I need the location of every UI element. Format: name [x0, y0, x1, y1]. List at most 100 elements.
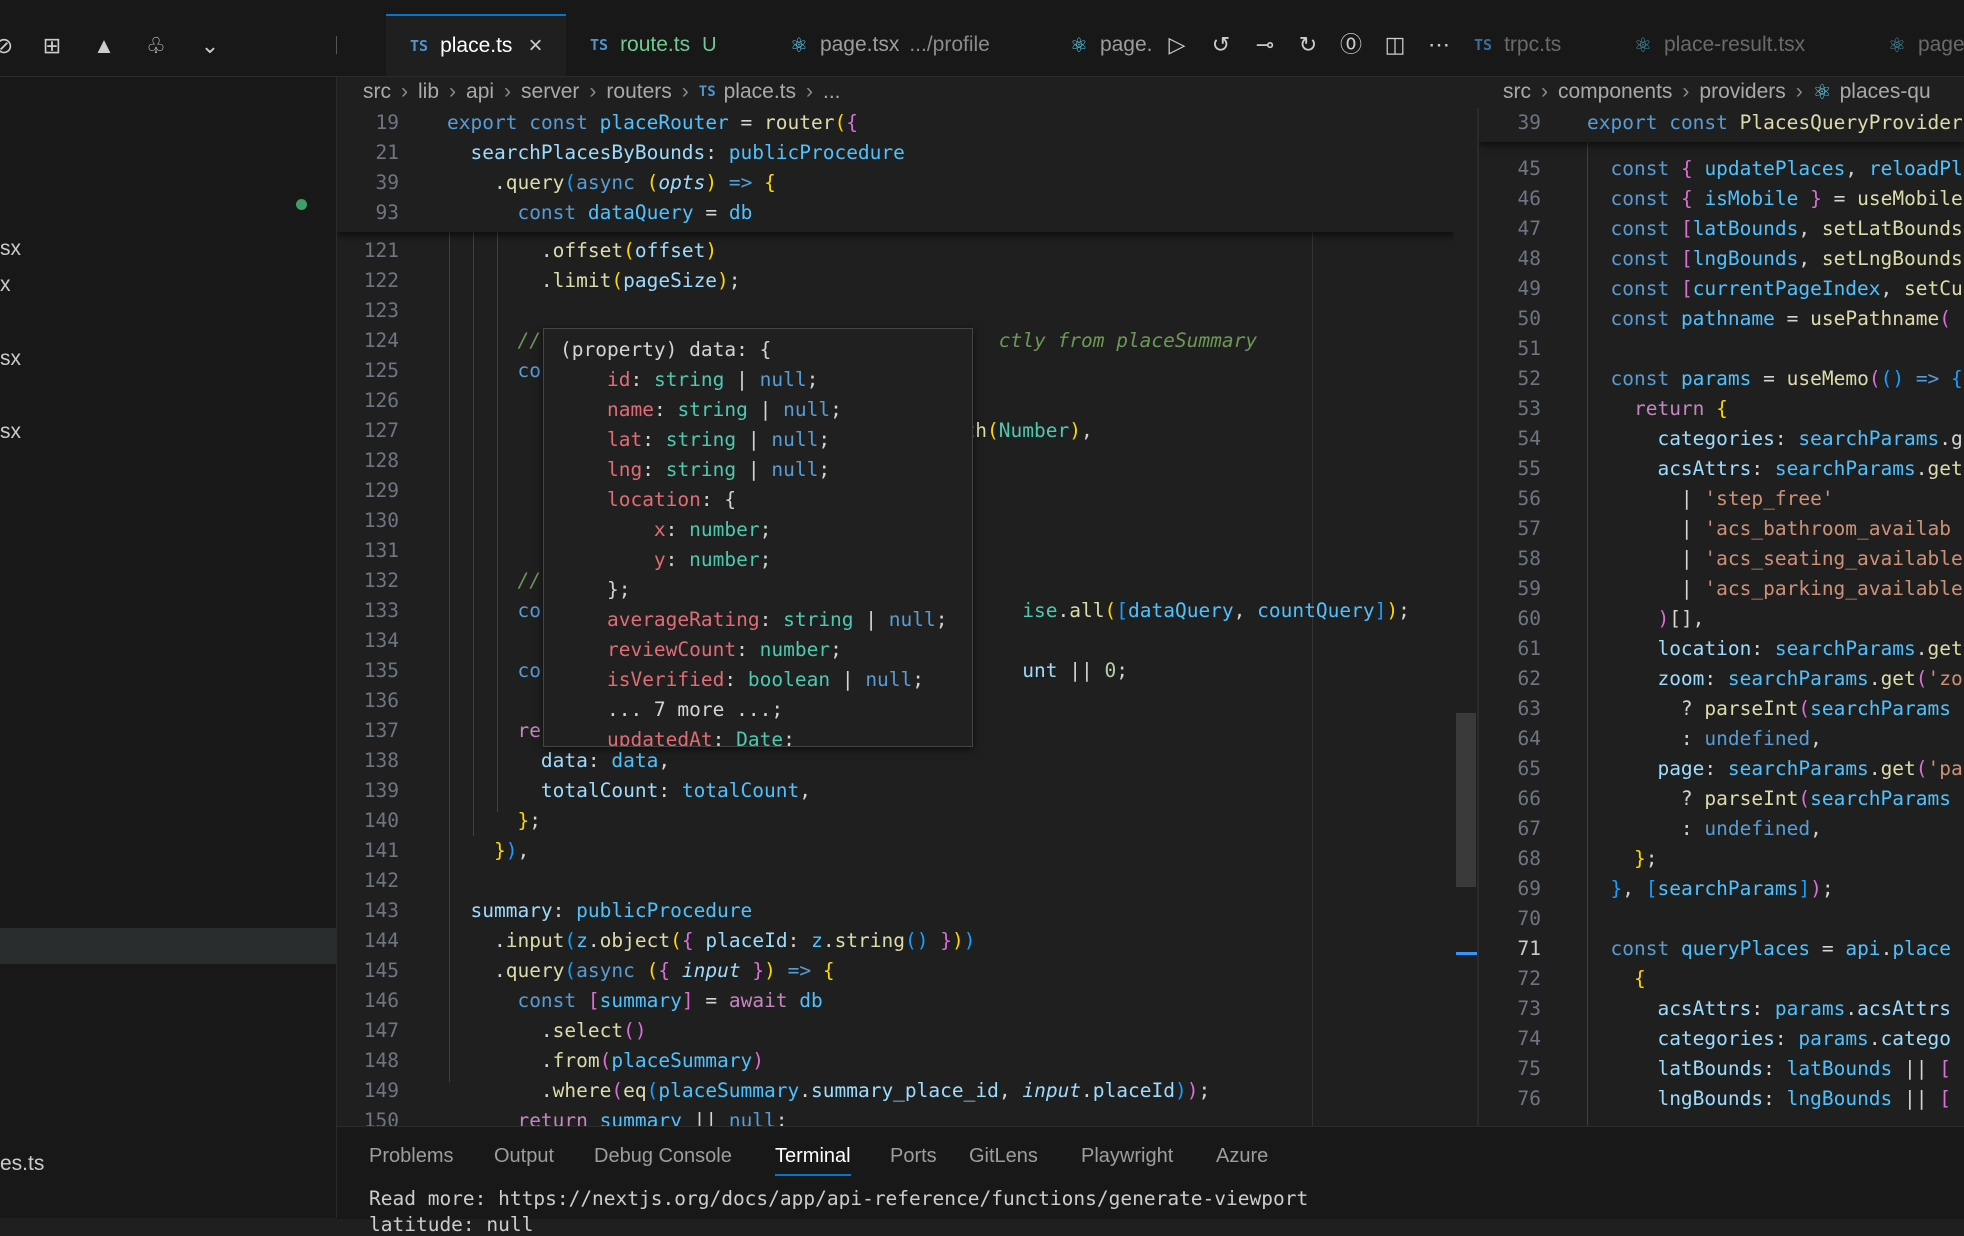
line-number: 131: [363, 539, 399, 562]
breadcrumb-item[interactable]: routers: [606, 80, 671, 104]
line-number: 57: [1517, 517, 1541, 540]
right-editor[interactable]: 39 export const PlacesQueryProvider 45 46…: [1479, 108, 1964, 1126]
git-compare-forward-icon[interactable]: ↻: [1293, 30, 1323, 60]
line-number: 93: [375, 201, 399, 224]
line-number: 21: [375, 141, 399, 164]
line-number: 149: [363, 1079, 399, 1102]
panel-tab-playwright[interactable]: Playwright: [1081, 1145, 1173, 1168]
breadcrumb-item[interactable]: components: [1558, 80, 1672, 104]
chevron-right-icon: ›: [681, 80, 689, 103]
line-number: 135: [363, 659, 399, 682]
tab-label: page.tsx: [819, 33, 900, 56]
panel-tab-debug-console[interactable]: Debug Console: [594, 1145, 732, 1168]
sidebar-item[interactable]: sx: [0, 420, 21, 444]
git-commit-icon[interactable]: ⊸: [1250, 30, 1280, 60]
line-number: 126: [363, 389, 399, 412]
tab-trpc-ts[interactable]: TS trpc.ts: [1456, 14, 1606, 76]
line-number: 136: [363, 689, 399, 712]
more-actions-icon[interactable]: ⋯: [1424, 30, 1454, 60]
close-icon[interactable]: ×: [528, 32, 542, 60]
run-icon[interactable]: ▷: [1162, 30, 1192, 60]
panel-tab-gitlens[interactable]: GitLens: [969, 1145, 1038, 1168]
sidebar-item[interactable]: sx: [0, 237, 21, 261]
bottom-panel: Problems Output Debug Console Terminal P…: [337, 1126, 1964, 1236]
line-number: 45: [1517, 157, 1541, 180]
line-number: 61: [1517, 637, 1541, 660]
line-number: 69: [1517, 877, 1541, 900]
breadcrumb: src › lib › api › server › routers › TS place.…: [363, 77, 841, 107]
sidebar-item[interactable]: x: [0, 273, 11, 297]
git-compare-back-icon[interactable]: ↺: [1206, 30, 1236, 60]
chevron-right-icon: ›: [589, 80, 597, 103]
code-lines: export const PlacesQueryProvider: [1587, 111, 1963, 134]
tab-page-tsx[interactable]: ⚛ page.: [1046, 14, 1166, 76]
panel-tab-problems[interactable]: Problems: [369, 1145, 453, 1168]
modified-dot: [296, 199, 307, 210]
sticky-scroll-header: 19 21 39 93 export const placeRouter = r…: [337, 108, 1454, 232]
line-number: 142: [363, 869, 399, 892]
breadcrumb-item[interactable]: server: [521, 80, 579, 104]
breadcrumb-item[interactable]: lib: [418, 80, 439, 104]
sidebar-selected-row[interactable]: [0, 928, 336, 964]
tab-description: .../profile: [909, 33, 990, 56]
line-number: 46: [1517, 187, 1541, 210]
hover-type-code: (property) data: { id: string | null; na…: [560, 338, 948, 747]
remote-explorer-icon[interactable]: ⊞: [38, 32, 66, 60]
line-number: 51: [1517, 337, 1541, 360]
breadcrumb-item[interactable]: src: [363, 80, 391, 104]
scrollbar-cursor-marker: [1456, 952, 1478, 955]
extensions-icon[interactable]: ⊘: [0, 32, 18, 60]
panel-tab-terminal[interactable]: Terminal: [775, 1145, 851, 1176]
line-number: 55: [1517, 457, 1541, 480]
breadcrumb-item[interactable]: api: [466, 80, 494, 104]
scrollbar-thumb[interactable]: [1456, 713, 1476, 887]
chevron-down-icon[interactable]: ⌄: [196, 32, 224, 60]
tab-page-tsx-profile[interactable]: ⚛ page.tsx .../profile: [766, 14, 1046, 76]
line-number: 148: [363, 1049, 399, 1072]
sidebar-actions: ⊘ ⊞ ▲ ♧ ⌄: [0, 14, 385, 76]
tab-place-ts[interactable]: TS place.ts ×: [386, 14, 566, 76]
line-number: 52: [1517, 367, 1541, 390]
panel-tab-azure[interactable]: Azure: [1216, 1145, 1268, 1168]
sidebar-item[interactable]: es.ts: [0, 1152, 44, 1176]
breadcrumb-item[interactable]: providers: [1699, 80, 1785, 104]
breadcrumb-item[interactable]: place.ts: [724, 80, 796, 104]
line-number: 74: [1517, 1027, 1541, 1050]
gitlens-icon[interactable]: ⓪: [1336, 30, 1366, 60]
breadcrumb-item[interactable]: places-qu: [1840, 80, 1931, 104]
line-number: 146: [363, 989, 399, 1012]
line-number: 39: [375, 171, 399, 194]
tree-icon[interactable]: ♧: [142, 32, 170, 60]
panel-tab-output[interactable]: Output: [494, 1145, 554, 1168]
line-number: 130: [363, 509, 399, 532]
line-number: 134: [363, 629, 399, 652]
panel-tab-ports[interactable]: Ports: [890, 1145, 937, 1168]
line-number: 73: [1517, 997, 1541, 1020]
tab-label: route.ts: [620, 33, 691, 56]
line-number: 124: [363, 329, 399, 352]
type-hover-tooltip: (property) data: { id: string | null; na…: [543, 328, 973, 747]
line-number: 132: [363, 569, 399, 592]
breadcrumb-item[interactable]: src: [1503, 80, 1531, 104]
tab-route-ts[interactable]: TS route.ts U: [566, 14, 766, 76]
line-number: 54: [1517, 427, 1541, 450]
chevron-right-icon: ›: [401, 80, 408, 103]
left-editor-scrollbar[interactable]: [1453, 108, 1477, 1126]
line-number: 76: [1517, 1087, 1541, 1110]
tab-label: place.ts: [440, 34, 513, 57]
title-bar: [0, 0, 1964, 14]
tab-label: page: [1917, 33, 1964, 56]
sidebar-item[interactable]: sx: [0, 347, 21, 371]
tab-page-tsx-right[interactable]: ⚛ page: [1864, 14, 1964, 76]
split-editor-icon[interactable]: ◫: [1380, 30, 1410, 60]
tab-place-result-tsx[interactable]: ⚛ place-result.tsx: [1610, 14, 1864, 76]
tab-label: place-result.tsx: [1663, 33, 1806, 56]
line-number: 64: [1517, 727, 1541, 750]
line-number: 49: [1517, 277, 1541, 300]
breadcrumb-item[interactable]: ...: [823, 80, 841, 104]
line-number: 127: [363, 419, 399, 442]
line-number: 147: [363, 1019, 399, 1042]
line-number: 65: [1517, 757, 1541, 780]
vercel-icon[interactable]: ▲: [90, 32, 118, 60]
line-number: 59: [1517, 577, 1541, 600]
